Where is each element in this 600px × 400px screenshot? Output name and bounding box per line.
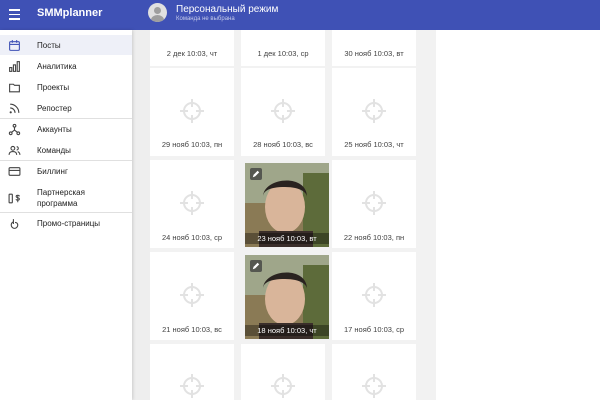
post-date: 17 нояб 10:03, ср	[343, 325, 405, 334]
workspace-title[interactable]: Персональный режим	[176, 4, 278, 15]
app-title: SMMplanner	[37, 7, 103, 19]
post-date: 30 нояб 10:03, вт	[344, 49, 404, 58]
post-cell[interactable]: 24 нояб 10:03, ср	[150, 160, 234, 248]
post-cell[interactable]: 17 нояб 10:03, ср	[332, 252, 416, 340]
sidebar-item-label: Промо-страницы	[37, 218, 101, 228]
post-date: 22 нояб 10:03, пн	[343, 233, 405, 242]
edit-pencil-button[interactable]	[250, 168, 262, 180]
crosshair-placeholder-icon	[180, 374, 204, 398]
sidebar-item-teams[interactable]: Команды	[0, 140, 132, 160]
post-date: 24 нояб 10:03, ср	[161, 233, 223, 242]
post-date: 29 нояб 10:03, пн	[161, 140, 223, 149]
crosshair-placeholder-icon	[271, 99, 295, 123]
sidebar-item-label: Биллинг	[37, 166, 68, 176]
sidebar-item-label: Аккаунты	[37, 124, 72, 134]
sidebar-item-label: Посты	[37, 40, 61, 50]
sidebar-item-accounts[interactable]: Аккаунты	[0, 119, 132, 139]
post-cell[interactable]: 21 нояб 10:03, вс	[150, 252, 234, 340]
post-cell[interactable]: 22 нояб 10:03, пн	[332, 160, 416, 248]
post-date: 23 нояб 10:03, вт	[245, 233, 329, 244]
sidebar: Посты Аналитика Проекты Репостер Аккаунт…	[0, 30, 132, 400]
sidebar-item-projects[interactable]: Проекты	[0, 77, 132, 97]
crosshair-placeholder-icon	[180, 99, 204, 123]
rss-icon	[9, 103, 20, 113]
top-app-bar: SMMplanner Персональный режим Команда не…	[0, 0, 600, 30]
sidebar-item-label: Репостер	[37, 103, 72, 113]
crosshair-placeholder-icon	[180, 283, 204, 307]
bar-chart-icon	[9, 60, 20, 72]
posts-grid: 2 дек 10:03, чт 1 дек 10:03, ср 30 нояб …	[150, 30, 436, 400]
post-cell[interactable]	[150, 344, 234, 400]
post-cell-with-photo[interactable]: 18 нояб 10:03, чт	[245, 255, 329, 339]
post-cell[interactable]	[332, 344, 416, 400]
sidebar-item-label: Команды	[37, 145, 71, 155]
empty-right-area	[436, 30, 600, 400]
crosshair-placeholder-icon	[362, 283, 386, 307]
post-cell[interactable]: 2 дек 10:03, чт	[150, 30, 234, 66]
post-cell-with-photo[interactable]: 23 нояб 10:03, вт	[245, 163, 329, 247]
post-date: 28 нояб 10:03, вс	[253, 140, 313, 149]
sidebar-item-label: Проекты	[37, 82, 70, 92]
post-date: 18 нояб 10:03, чт	[245, 325, 329, 336]
post-cell[interactable]: 28 нояб 10:03, вс	[241, 68, 325, 156]
sidebar-item-reposter[interactable]: Репостер	[0, 98, 132, 118]
crosshair-placeholder-icon	[362, 374, 386, 398]
dollar-icon	[8, 193, 20, 203]
sidebar-item-analytics[interactable]: Аналитика	[0, 56, 132, 76]
sidebar-item-promo-pages[interactable]: Промо-страницы	[0, 213, 132, 233]
sidebar-item-partner-program[interactable]: Партнерская программа	[0, 183, 132, 213]
post-date: 1 дек 10:03, ср	[257, 49, 309, 58]
post-cell[interactable]: 1 дек 10:03, ср	[241, 30, 325, 66]
crosshair-placeholder-icon	[271, 374, 295, 398]
pencil-icon	[252, 262, 260, 270]
edit-pencil-button[interactable]	[250, 260, 262, 272]
post-date: 2 дек 10:03, чт	[166, 49, 218, 58]
hand-icon	[10, 218, 19, 229]
network-icon	[8, 123, 21, 135]
avatar[interactable]	[148, 3, 167, 22]
post-cell[interactable]: 25 нояб 10:03, чт	[332, 68, 416, 156]
folder-icon	[9, 83, 20, 92]
calendar-icon	[9, 39, 20, 51]
post-cell[interactable]	[241, 344, 325, 400]
post-cell[interactable]: 29 нояб 10:03, пн	[150, 68, 234, 156]
post-date: 25 нояб 10:03, чт	[344, 140, 404, 149]
sidebar-item-label: Аналитика	[37, 61, 77, 71]
post-date: 21 нояб 10:03, вс	[162, 325, 222, 334]
card-icon	[8, 166, 21, 176]
crosshair-placeholder-icon	[362, 99, 386, 123]
hamburger-menu-icon[interactable]	[9, 9, 20, 20]
pencil-icon	[252, 170, 260, 178]
crosshair-placeholder-icon	[180, 191, 204, 215]
crosshair-placeholder-icon	[362, 191, 386, 215]
sidebar-item-billing[interactable]: Биллинг	[0, 161, 132, 181]
sidebar-item-label: Партнерская программа	[37, 188, 85, 208]
people-icon	[8, 145, 21, 155]
post-cell[interactable]: 30 нояб 10:03, вт	[332, 30, 416, 66]
workspace-subtitle: Команда не выбрана	[176, 16, 235, 22]
sidebar-item-posts[interactable]: Посты	[0, 35, 132, 55]
